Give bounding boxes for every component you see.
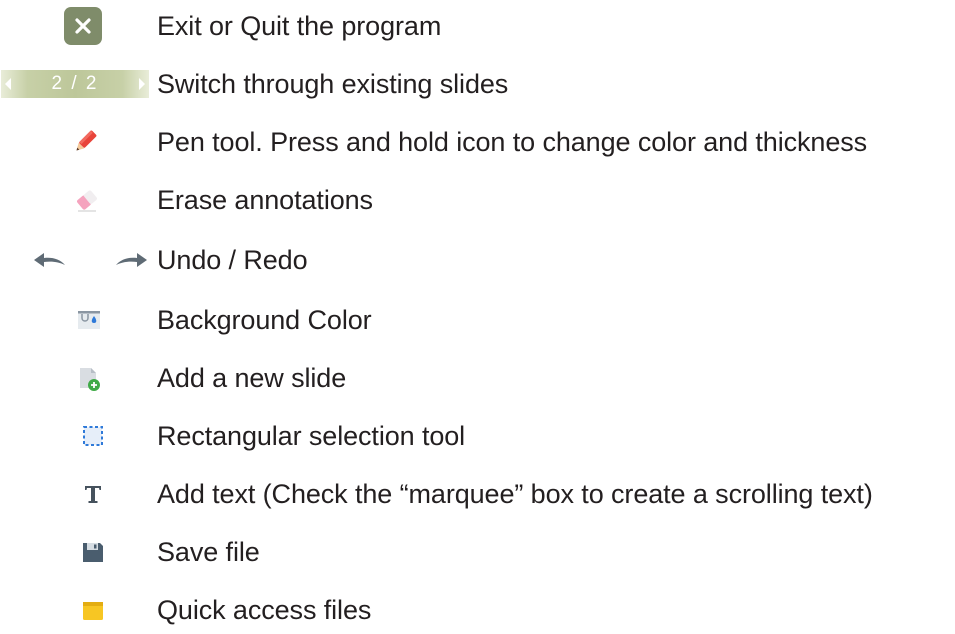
legend-row-save: Save file [0, 528, 955, 576]
legend-row-text: Add text (Check the “marquee” box to cre… [0, 470, 955, 518]
legend-row-pen: Pen tool. Press and hold icon to change … [0, 118, 955, 166]
background-color-button[interactable] [74, 296, 104, 344]
quick-access-button[interactable] [78, 586, 108, 634]
background-color-icon [78, 311, 100, 329]
folder-icon [83, 602, 103, 620]
row-label: Undo / Redo [157, 245, 308, 275]
redo-button[interactable] [110, 236, 152, 284]
legend-row-undo-redo: Undo / Redo [0, 236, 955, 284]
eraser-button[interactable] [70, 176, 104, 224]
legend-row-eraser: Erase annotations [0, 176, 955, 224]
row-label: Rectangular selection tool [157, 421, 466, 451]
undo-icon [34, 253, 65, 267]
row-label: Erase annotations [157, 185, 373, 215]
row-label: Save file [157, 537, 260, 567]
row-label: Exit or Quit the program [157, 11, 442, 41]
row-label: Switch through existing slides [157, 69, 509, 99]
legend-row-exit: Exit or Quit the program [0, 2, 955, 50]
row-label: Add a new slide [157, 363, 347, 393]
text-icon [85, 486, 101, 503]
eraser-icon [77, 190, 97, 212]
legend-row-quick-access: Quick access files [0, 586, 955, 634]
next-slide-icon[interactable] [137, 77, 147, 91]
row-label: Background Color [157, 305, 372, 335]
slide-switcher: 2 / 2 [0, 60, 150, 108]
rectangular-selection-icon [83, 426, 103, 446]
legend-row-background-color: Background Color [0, 296, 955, 344]
save-icon [83, 543, 103, 562]
pen-tool-button[interactable] [68, 118, 102, 166]
slide-counter: 2 / 2 [51, 73, 99, 94]
row-label: Pen tool. Press and hold icon to change … [157, 127, 868, 157]
row-label: Add text (Check the “marquee” box to cre… [157, 479, 873, 509]
legend-row-add-slide: Add a new slide [0, 354, 955, 402]
pen-icon [76, 130, 97, 151]
rectangular-selection-button[interactable] [78, 412, 108, 460]
save-button[interactable] [78, 528, 108, 576]
add-slide-button[interactable] [74, 354, 104, 402]
redo-icon [116, 253, 147, 267]
undo-button[interactable] [30, 236, 70, 284]
exit-button[interactable] [63, 2, 103, 50]
row-label: Quick access files [157, 595, 372, 625]
prev-slide-icon[interactable] [3, 77, 13, 91]
legend-row-selection: Rectangular selection tool [0, 412, 955, 460]
add-text-button[interactable] [78, 470, 108, 518]
close-icon [64, 7, 102, 45]
add-slide-icon [80, 368, 100, 391]
legend-row-slides: 2 / 2 Switch through existing slides [0, 60, 955, 108]
